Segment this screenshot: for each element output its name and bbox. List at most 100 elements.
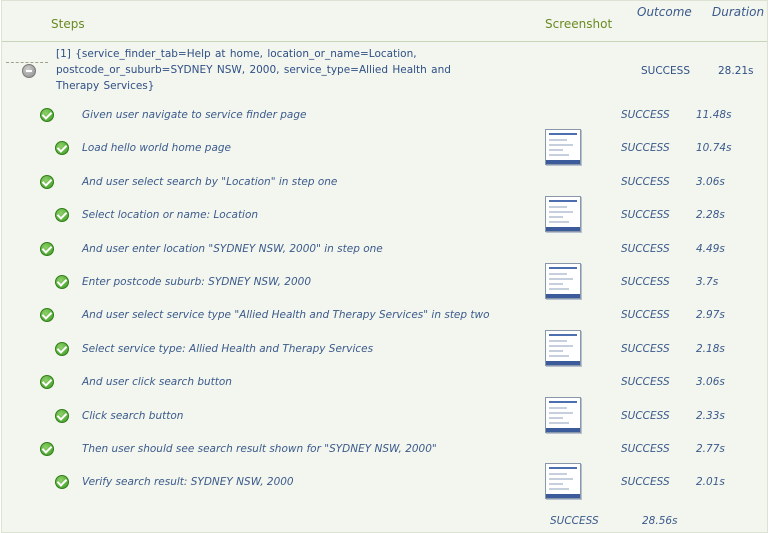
success-check-icon: [40, 375, 54, 389]
success-check-icon: [40, 108, 54, 122]
step-duration: 4.49s: [696, 243, 725, 255]
total-outcome: SUCCESS: [550, 515, 599, 527]
step-outcome: SUCCESS: [621, 309, 670, 321]
step-outcome: SUCCESS: [621, 209, 670, 221]
step-row: Load hello world home page SUCCESS 10.74s: [2, 138, 767, 158]
step-duration: 2.33s: [696, 410, 725, 422]
thumbnail-header: [549, 401, 577, 403]
thumbnail-content: [549, 483, 563, 485]
success-check-icon: [55, 275, 69, 289]
success-check-icon: [55, 342, 69, 356]
thumbnail-content: [549, 149, 563, 151]
collapse-minus-icon[interactable]: [22, 64, 36, 78]
step-duration: 2.97s: [696, 309, 725, 321]
step-label: Verify search result: SYDNEY NSW, 2000: [82, 476, 294, 488]
step-row: And user enter location "SYDNEY NSW, 200…: [2, 239, 767, 259]
success-check-icon: [55, 141, 69, 155]
tree-connector: [6, 62, 48, 63]
screenshot-thumbnail[interactable]: [545, 463, 581, 499]
thumbnail-footer: [546, 361, 580, 365]
step-duration: 3.7s: [696, 276, 719, 288]
step-label: Enter postcode suburb: SYDNEY NSW, 2000: [82, 276, 312, 288]
thumbnail-footer: [546, 428, 580, 432]
step-outcome: SUCCESS: [621, 343, 670, 355]
step-outcome: SUCCESS: [621, 176, 670, 188]
step-outcome: SUCCESS: [621, 410, 670, 422]
thumbnail-content: [549, 211, 573, 213]
step-duration: 3.06s: [696, 176, 725, 188]
root-outcome: SUCCESS: [641, 65, 690, 77]
thumbnail-header: [549, 467, 577, 469]
test-report-table: Steps Screenshot Outcome Duration [1] {s…: [1, 0, 768, 533]
step-row: Click search button SUCCESS 2.33s: [2, 406, 767, 426]
thumbnail-footer: [546, 494, 580, 498]
step-duration: 10.74s: [696, 142, 732, 154]
root-step-description: [1] {service_finder_tab=Help at home, lo…: [56, 48, 451, 92]
step-duration: 2.28s: [696, 209, 725, 221]
thumbnail-content: [549, 473, 567, 475]
step-label: And user enter location "SYDNEY NSW, 200…: [82, 243, 383, 255]
thumbnail-content: [549, 350, 563, 352]
thumbnail-content: [549, 345, 573, 347]
step-outcome: SUCCESS: [621, 476, 670, 488]
thumbnail-content: [549, 478, 573, 480]
success-check-icon: [55, 208, 69, 222]
step-row: Select location or name: Location SUCCESS…: [2, 205, 767, 225]
step-duration: 2.77s: [696, 443, 725, 455]
thumbnail-content: [549, 216, 563, 218]
thumbnail-content: [549, 154, 569, 156]
step-outcome: SUCCESS: [621, 376, 670, 388]
screenshot-thumbnail[interactable]: [545, 330, 581, 366]
thumbnail-content: [549, 221, 569, 223]
header-divider: [2, 41, 767, 42]
outcome-header: Outcome: [637, 5, 692, 19]
thumbnail-content: [549, 206, 567, 208]
step-row: Select service type: Allied Health and T…: [2, 339, 767, 359]
thumbnail-content: [549, 278, 573, 280]
step-row: Then user should see search result shown…: [2, 439, 767, 459]
total-duration: 28.56s: [642, 515, 678, 527]
step-row: And user select search by "Location" in …: [2, 172, 767, 192]
thumbnail-content: [549, 283, 563, 285]
steps-header: Steps: [51, 17, 85, 31]
thumbnail-header: [549, 334, 577, 336]
step-row: Verify search result: SYDNEY NSW, 2000 SU…: [2, 472, 767, 492]
step-label: Then user should see search result shown…: [82, 443, 437, 455]
step-duration: 11.48s: [696, 109, 732, 121]
step-label: Click search button: [82, 410, 184, 422]
step-label: And user select search by "Location" in …: [82, 176, 338, 188]
thumbnail-content: [549, 412, 573, 414]
step-outcome: SUCCESS: [621, 276, 670, 288]
thumbnail-footer: [546, 160, 580, 164]
step-duration: 2.01s: [696, 476, 725, 488]
thumbnail-content: [549, 288, 569, 290]
thumbnail-footer: [546, 227, 580, 231]
thumbnail-content: [549, 340, 567, 342]
step-row: And user click search button SUCCESS 3.06s: [2, 372, 767, 392]
success-check-icon: [40, 308, 54, 322]
thumbnail-content: [549, 407, 567, 409]
screenshot-thumbnail[interactable]: [545, 129, 581, 165]
success-check-icon: [40, 442, 54, 456]
success-check-icon: [55, 409, 69, 423]
step-outcome: SUCCESS: [621, 243, 670, 255]
step-label: Given user navigate to service finder pa…: [82, 109, 307, 121]
screenshot-thumbnail[interactable]: [545, 397, 581, 433]
screenshot-thumbnail[interactable]: [545, 196, 581, 232]
thumbnail-content: [549, 144, 573, 146]
success-check-icon: [40, 242, 54, 256]
step-label: Select location or name: Location: [82, 209, 259, 221]
thumbnail-header: [549, 200, 577, 202]
thumbnail-header: [549, 133, 577, 135]
thumbnail-content: [549, 355, 569, 357]
thumbnail-content: [549, 422, 569, 424]
step-duration: 3.06s: [696, 376, 725, 388]
step-label: Select service type: Allied Health and T…: [82, 343, 374, 355]
step-label: Load hello world home page: [82, 142, 231, 154]
step-label: And user select service type "Allied Hea…: [82, 309, 490, 321]
step-row: Enter postcode suburb: SYDNEY NSW, 2000 S…: [2, 272, 767, 292]
root-duration: 28.21s: [718, 65, 754, 77]
thumbnail-content: [549, 417, 563, 419]
success-check-icon: [55, 475, 69, 489]
screenshot-thumbnail[interactable]: [545, 263, 581, 299]
